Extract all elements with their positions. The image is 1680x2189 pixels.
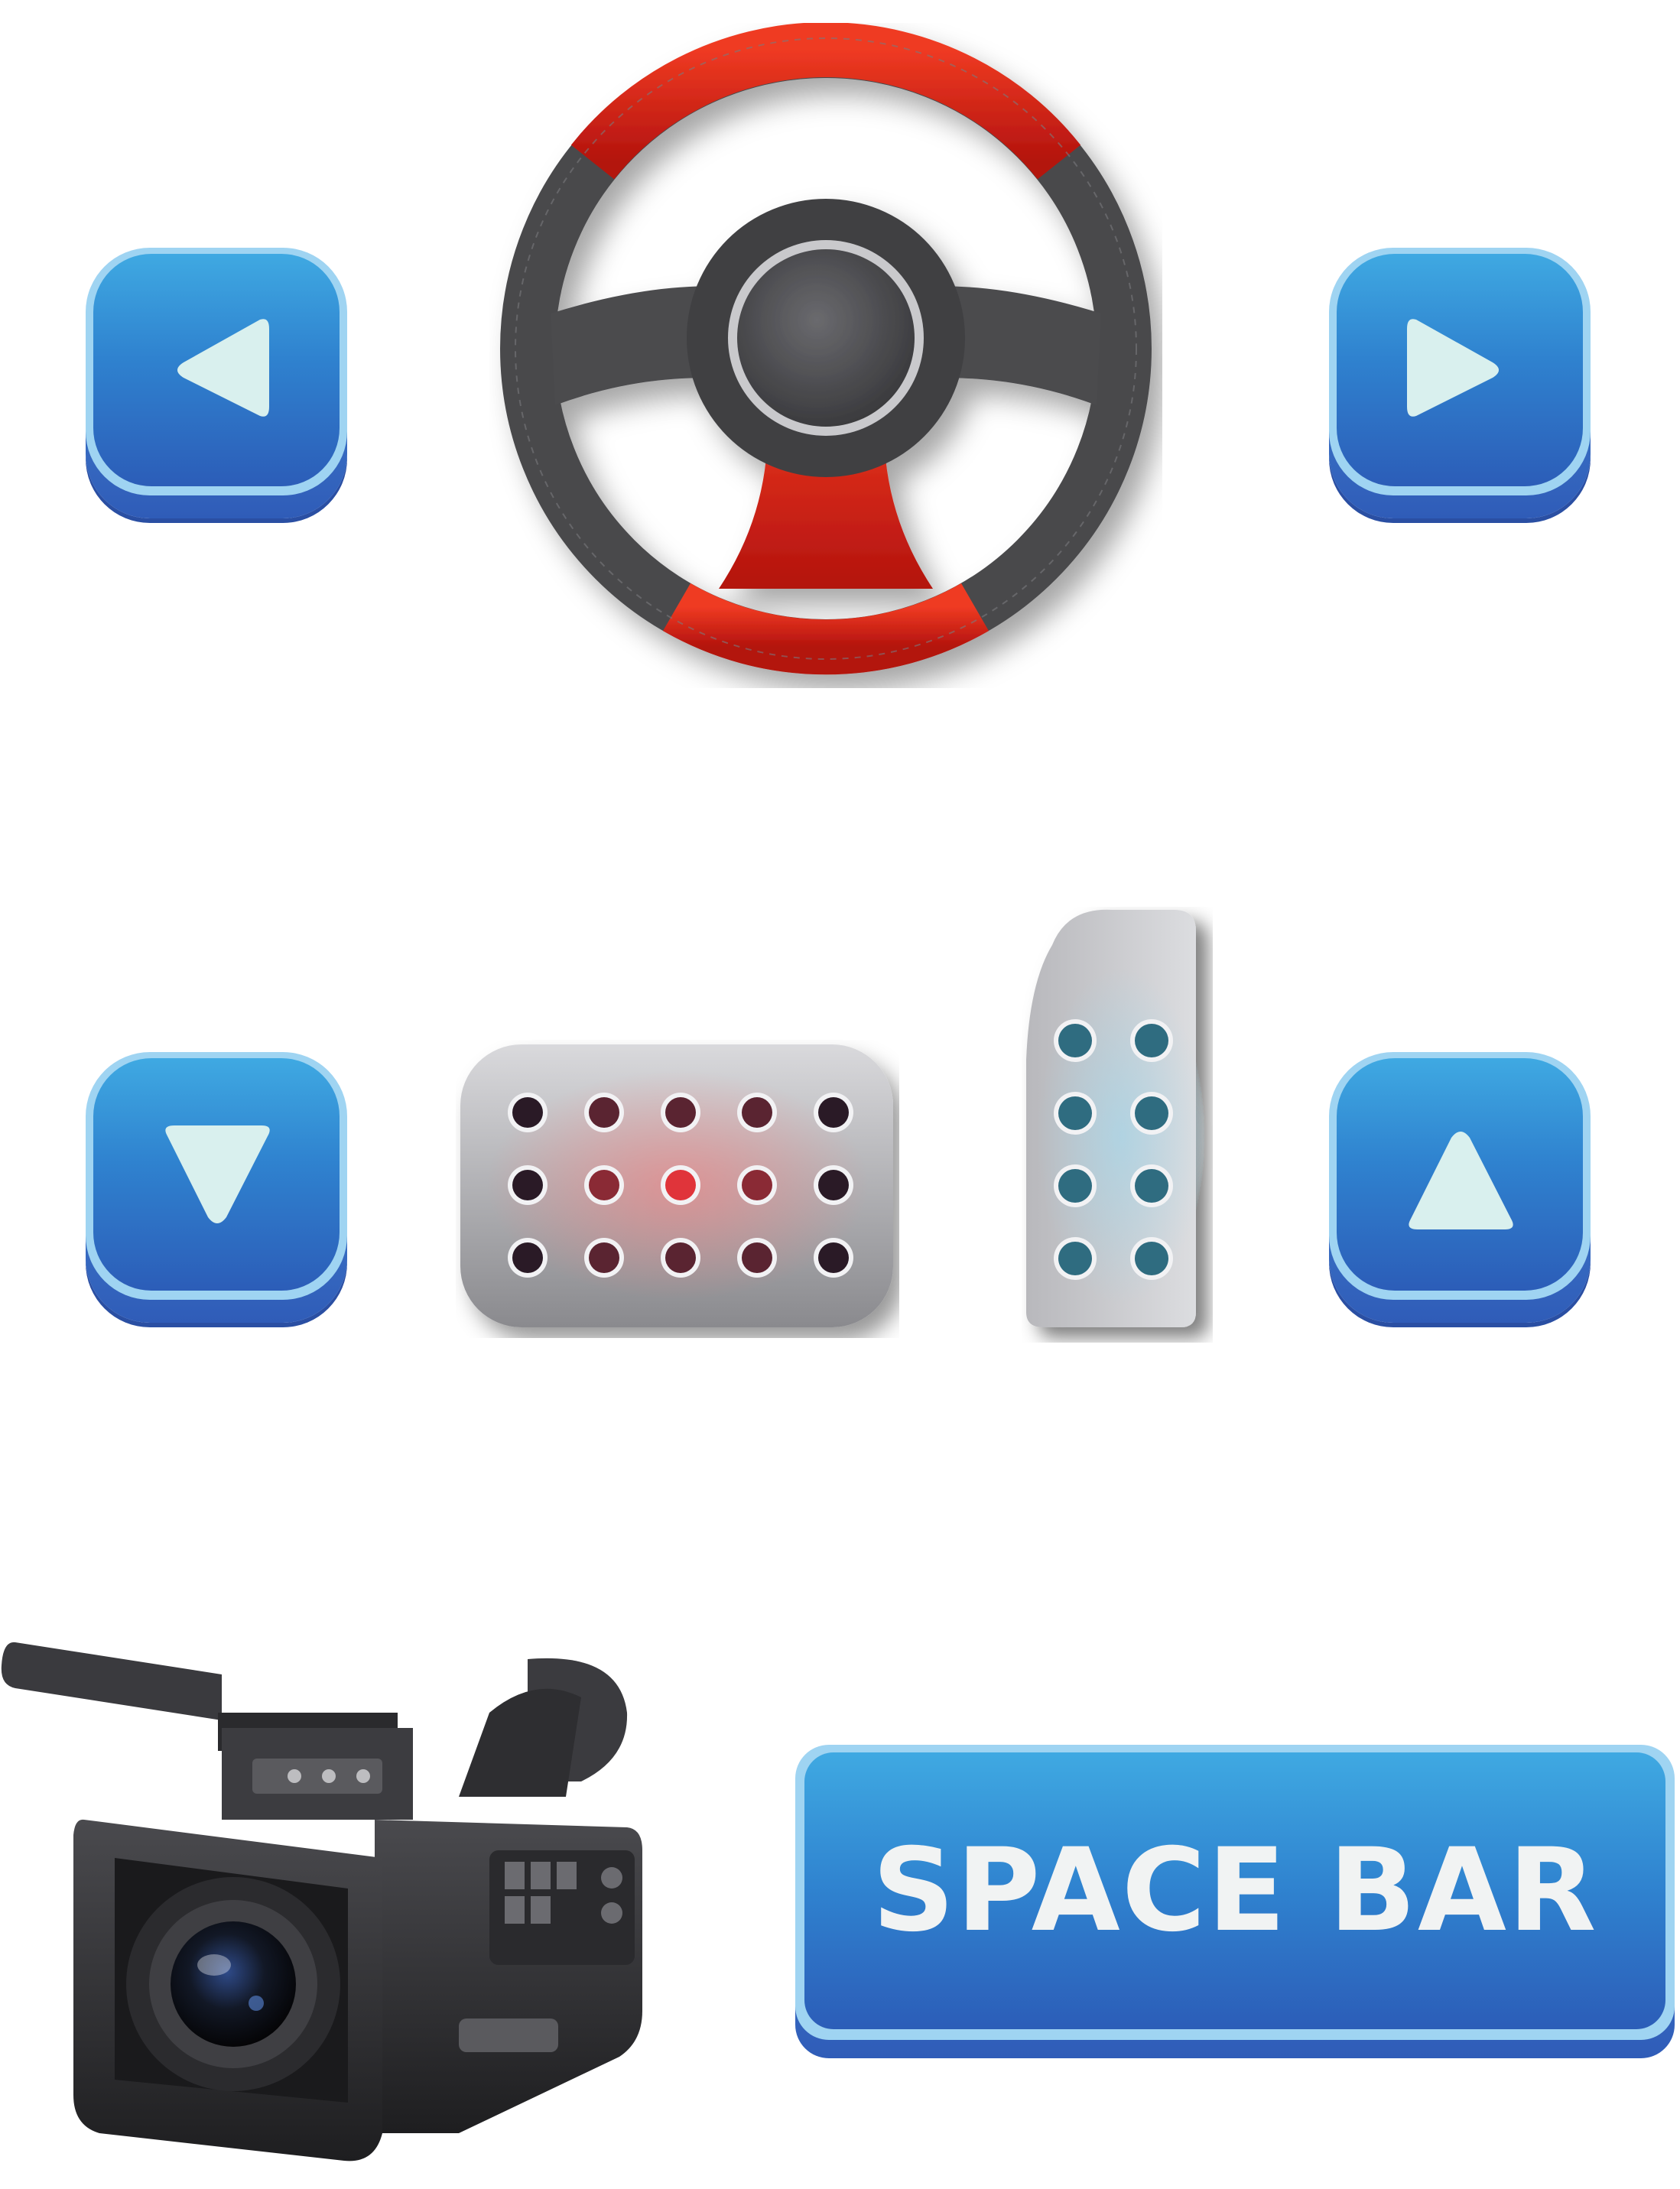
space-bar-label: SPACE BAR [872,1824,1598,1957]
video-camera-icon [1,1642,642,2161]
pedal-hole-inner [1135,1242,1168,1275]
pedal-hole-inner [665,1242,696,1273]
arrow-up-icon [1409,1132,1513,1229]
pedal-hole-inner [742,1170,772,1200]
pedal-hole-inner [818,1097,849,1128]
gas-pedal[interactable] [1022,907,1213,1343]
space-bar-button[interactable]: SPACE BAR [795,1745,1675,2058]
video-camera[interactable] [0,1629,658,2179]
steering-wheel-icon [500,22,1152,675]
pedal-hole-inner [1135,1096,1168,1130]
pedal-hole-inner [742,1097,772,1128]
pedal-hole-inner [1058,1242,1092,1275]
arrow-left-icon [177,319,269,417]
arrow-down-icon [165,1125,270,1223]
up-arrow-button[interactable] [1329,1047,1591,1323]
brake-pedal[interactable] [456,1040,899,1338]
pedal-hole-inner [665,1097,696,1128]
pedal-hole-inner [742,1242,772,1273]
pedal-hole-inner [589,1097,619,1128]
pedal-hole-inner [512,1170,543,1200]
pedal-hole-inner [1058,1169,1092,1203]
pedal-hole-inner [1058,1096,1092,1130]
pedal-hole-inner [589,1170,619,1200]
steering-wheel[interactable] [489,22,1162,688]
brake-pedal-icon [460,1044,893,1327]
down-arrow-button[interactable] [86,1047,347,1323]
left-arrow-button[interactable] [86,243,347,518]
right-arrow-button[interactable] [1329,243,1591,518]
pedal-hole-inner [1135,1169,1168,1203]
pedal-hole-inner [589,1242,619,1273]
pedal-hole-inner [818,1170,849,1200]
pedal-hole-inner [1058,1024,1092,1057]
pedal-hole-inner [512,1097,543,1128]
pedal-hole-inner [1135,1024,1168,1057]
pedal-hole-inner [665,1170,696,1200]
pedal-hole-inner [818,1242,849,1273]
pedal-hole-inner [512,1242,543,1273]
gas-pedal-icon [1026,909,1205,1327]
arrow-right-icon [1407,319,1499,417]
